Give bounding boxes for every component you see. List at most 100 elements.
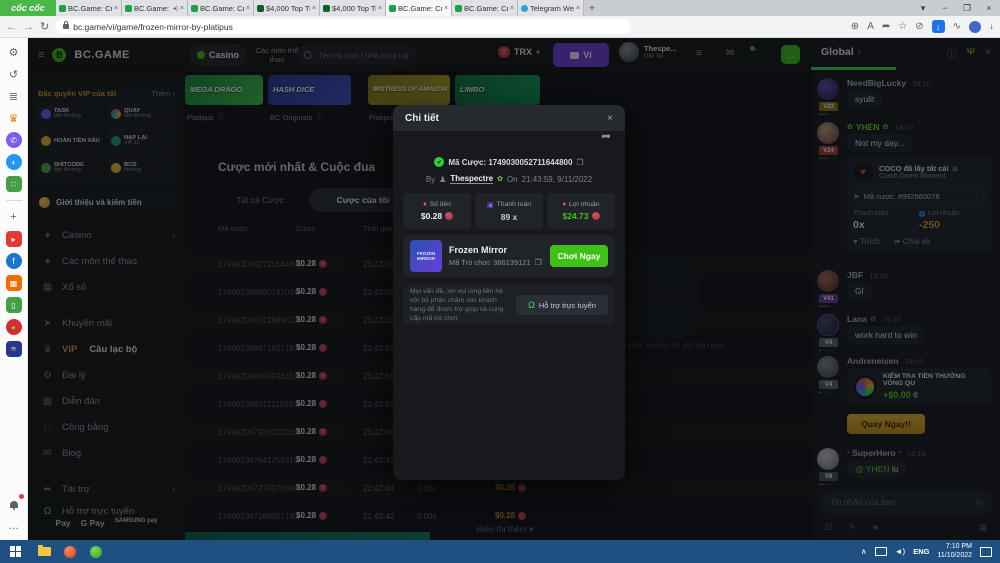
profit-icon: ♦: [562, 201, 566, 208]
zalo-icon[interactable]: ◗: [6, 154, 22, 170]
copy-icon[interactable]: ❐: [576, 158, 583, 167]
share-bet-icon[interactable]: ➦: [601, 129, 611, 143]
network-icon[interactable]: [875, 547, 887, 556]
navy-app-icon[interactable]: ≋: [6, 341, 22, 357]
modal-close-icon[interactable]: ×: [607, 113, 613, 124]
webpage: ≡ B BC.GAME Đặc quyền VIP của tôi Thêm ›…: [28, 38, 1000, 540]
modal-title: Chi tiết: [405, 113, 439, 124]
check-icon: ✔: [434, 157, 444, 167]
browser-tabstrip: cốc cốc BC.Game: Crypto Ca × BC.Game: Cr…: [0, 0, 1000, 16]
tab-close-icon[interactable]: ×: [444, 5, 448, 12]
game-thumbnail[interactable]: FROZEN MIRROR: [410, 240, 442, 272]
translate-icon[interactable]: A: [867, 21, 874, 32]
settings-icon[interactable]: ⚙: [6, 44, 22, 60]
download-manager-icon[interactable]: ↓: [932, 20, 945, 33]
forward-icon[interactable]: →: [23, 21, 34, 33]
play-now-button[interactable]: Chơi Ngay: [550, 245, 608, 267]
support-note: Mọi vấn đề, xin vui lòng liên hệ với bộ …: [403, 285, 615, 325]
stat-profit: ♦Lợi nhuận $24.73: [547, 193, 615, 229]
share-icon[interactable]: ➦: [882, 21, 890, 32]
coccoc-icon: [90, 546, 102, 558]
frog-icon: ✿: [497, 175, 503, 183]
games-icon[interactable]: ∷: [6, 176, 22, 192]
coin-icon: [445, 212, 453, 220]
close-window-button[interactable]: ×: [978, 0, 1000, 16]
coccoc-brand[interactable]: cốc cốc: [0, 0, 56, 16]
action-center-icon[interactable]: [980, 547, 992, 557]
bcgame-favicon: [59, 5, 66, 12]
author-link[interactable]: Thespectre: [450, 174, 493, 184]
language-indicator[interactable]: ENG: [913, 547, 929, 556]
browser-tab[interactable]: BC.Game: Crypto Ca ×: [188, 0, 254, 16]
profile-avatar-icon[interactable]: [969, 21, 981, 33]
browser-tab-active[interactable]: BC.Game: Crypto Ca ×: [386, 0, 452, 16]
tab-close-icon[interactable]: ×: [114, 5, 118, 12]
bet-id-line: ✔ Mã Cược: 1749030052711644800 ❐: [393, 157, 625, 167]
facebook-icon[interactable]: f: [6, 253, 22, 269]
adblock-shield-icon[interactable]: ⊘: [915, 21, 923, 32]
minimize-button[interactable]: −: [934, 0, 956, 16]
taskbar-file-explorer[interactable]: [31, 540, 57, 563]
url-text[interactable]: bc.game/vi/game/frozen-mirror-by-platipu…: [73, 22, 233, 32]
taskbar-coccoc[interactable]: [83, 540, 109, 563]
browser-toolbar: ← → ↻ bc.game/vi/game/frozen-mirror-by-p…: [0, 16, 1000, 38]
history-icon[interactable]: ↺: [6, 66, 22, 82]
windows-taskbar: ∧ ◄) ENG 7:10 PM 11/10/2022: [0, 540, 1000, 563]
bcgame-favicon: [257, 5, 264, 12]
browser-tab[interactable]: BC.Game: Crypto Ca ×: [56, 0, 122, 16]
browser-tab[interactable]: $4,000 Top Tier Plat ×: [320, 0, 386, 16]
stat-amount: ♦Số tiền $0.28: [403, 193, 471, 229]
tray-expand-icon[interactable]: ∧: [861, 547, 867, 556]
address-bar[interactable]: bc.game/vi/game/frozen-mirror-by-platipu…: [55, 19, 631, 34]
vip-crown-icon[interactable]: ♛: [6, 110, 22, 126]
download-plus-icon[interactable]: ⊕: [851, 21, 859, 32]
start-button[interactable]: [10, 546, 21, 557]
reload-icon[interactable]: ↻: [40, 20, 49, 33]
stat-payout: ▣Thanh toán 89 x: [475, 193, 543, 229]
live-support-button[interactable]: Ω Hỗ trợ trực tuyến: [516, 295, 608, 315]
taskbar-browser-red[interactable]: [57, 540, 83, 563]
coin-icon: [592, 212, 600, 220]
youtube-icon[interactable]: ▸: [6, 231, 22, 247]
notification-dot: [19, 494, 24, 499]
tab-close-icon[interactable]: ×: [510, 5, 514, 12]
sidebar-divider: [6, 200, 22, 201]
tab-search-icon[interactable]: ▾: [912, 0, 934, 16]
copy-icon[interactable]: ❐: [535, 258, 542, 267]
notifications-bell-icon[interactable]: [6, 496, 22, 512]
user-icon: ♟: [439, 175, 446, 184]
bcgame-favicon: [389, 5, 396, 12]
bookmark-star-icon[interactable]: ☆: [898, 21, 907, 32]
browser-tab[interactable]: BC.Game: Crypt ◂) ×: [122, 0, 188, 16]
bell-icon: [10, 501, 18, 508]
reading-list-icon[interactable]: ≣: [6, 88, 22, 104]
tab-close-icon[interactable]: ×: [246, 5, 250, 12]
messenger-icon[interactable]: ✆: [6, 132, 22, 148]
coccoc-extension-icon[interactable]: ∿: [953, 21, 961, 32]
green-app-icon[interactable]: ▯: [6, 297, 22, 313]
browser-sidebar: ⚙ ↺ ≣ ♛ ✆ ◗ ∷ + ▸ f ▩ ▯ ● ≋ …: [0, 38, 28, 540]
back-icon[interactable]: ←: [6, 21, 17, 33]
red-browser-icon: [64, 546, 76, 558]
add-shortcut-icon[interactable]: +: [6, 209, 22, 225]
browser-tab[interactable]: $4,000 Top Tier Plat ×: [254, 0, 320, 16]
bcgame-favicon: [191, 5, 198, 12]
clock[interactable]: 7:10 PM 11/10/2022: [937, 543, 972, 561]
volume-icon[interactable]: ◄): [895, 547, 906, 556]
tab-close-icon[interactable]: ×: [180, 5, 184, 12]
sidebar-more-icon[interactable]: …: [6, 518, 22, 534]
browser-tab[interactable]: Telegram Web ×: [518, 0, 584, 16]
restore-button[interactable]: ❐: [956, 0, 978, 16]
tab-close-icon[interactable]: ×: [576, 5, 580, 12]
new-tab-button[interactable]: +: [584, 0, 600, 16]
game-card: FROZEN MIRROR Frozen Mirror Mã Trò chơi:…: [403, 235, 615, 277]
tab-audio-icon[interactable]: ◂): [173, 5, 178, 12]
red-app-icon[interactable]: ●: [6, 319, 22, 335]
lock-icon: [63, 24, 69, 29]
browser-tab[interactable]: BC.Game: Crypto Ca ×: [452, 0, 518, 16]
tab-close-icon[interactable]: ×: [378, 5, 382, 12]
downloads-tray-icon[interactable]: ↓: [989, 21, 994, 32]
telegram-favicon: [521, 5, 528, 12]
tab-close-icon[interactable]: ×: [312, 5, 316, 12]
orange-app-icon[interactable]: ▩: [6, 275, 22, 291]
